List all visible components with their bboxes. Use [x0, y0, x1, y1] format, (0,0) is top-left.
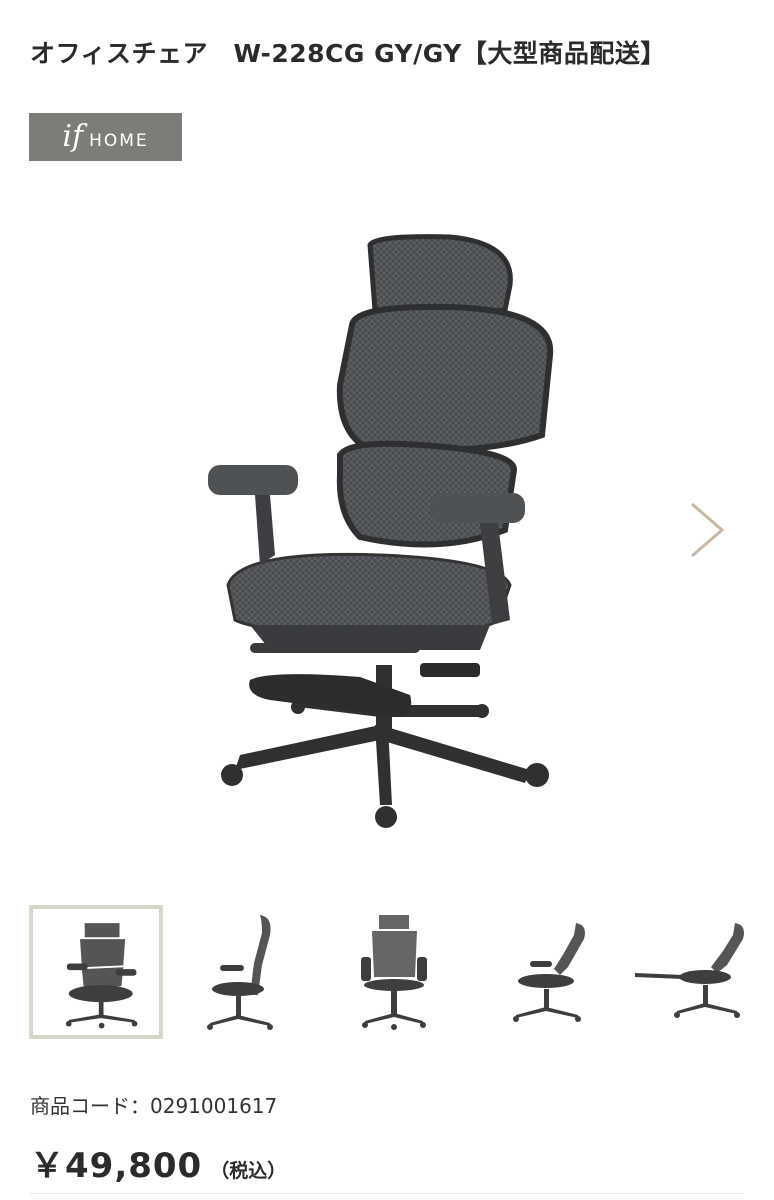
- thumbnail-2[interactable]: [178, 905, 312, 1039]
- brand-logo-text: HOME: [89, 131, 149, 151]
- thumbnail-4[interactable]: [476, 905, 610, 1039]
- divider: [30, 1193, 744, 1194]
- product-price: ￥49,800: [30, 1146, 203, 1186]
- next-image-button[interactable]: [684, 498, 734, 562]
- thumbnail-3[interactable]: [327, 905, 461, 1039]
- chevron-right-icon: [691, 502, 725, 558]
- thumbnail-strip: [29, 905, 759, 1039]
- brand-logo-mark: if: [62, 119, 84, 154]
- product-code-value: 0291001617: [150, 1094, 278, 1118]
- product-code: 商品コード：0291001617: [30, 1090, 277, 1119]
- product-code-label: 商品コード：: [30, 1094, 150, 1118]
- thumbnail-5[interactable]: [625, 905, 759, 1039]
- main-product-image[interactable]: [180, 225, 580, 845]
- price-block: ￥49,800 （税込）: [30, 1138, 286, 1187]
- brand-logo[interactable]: if HOME: [29, 113, 182, 161]
- tax-note: （税込）: [210, 1160, 287, 1182]
- product-title: オフィスチェア W-228CG GY/GY【大型商品配送】: [30, 39, 666, 68]
- thumbnail-1[interactable]: [29, 905, 163, 1039]
